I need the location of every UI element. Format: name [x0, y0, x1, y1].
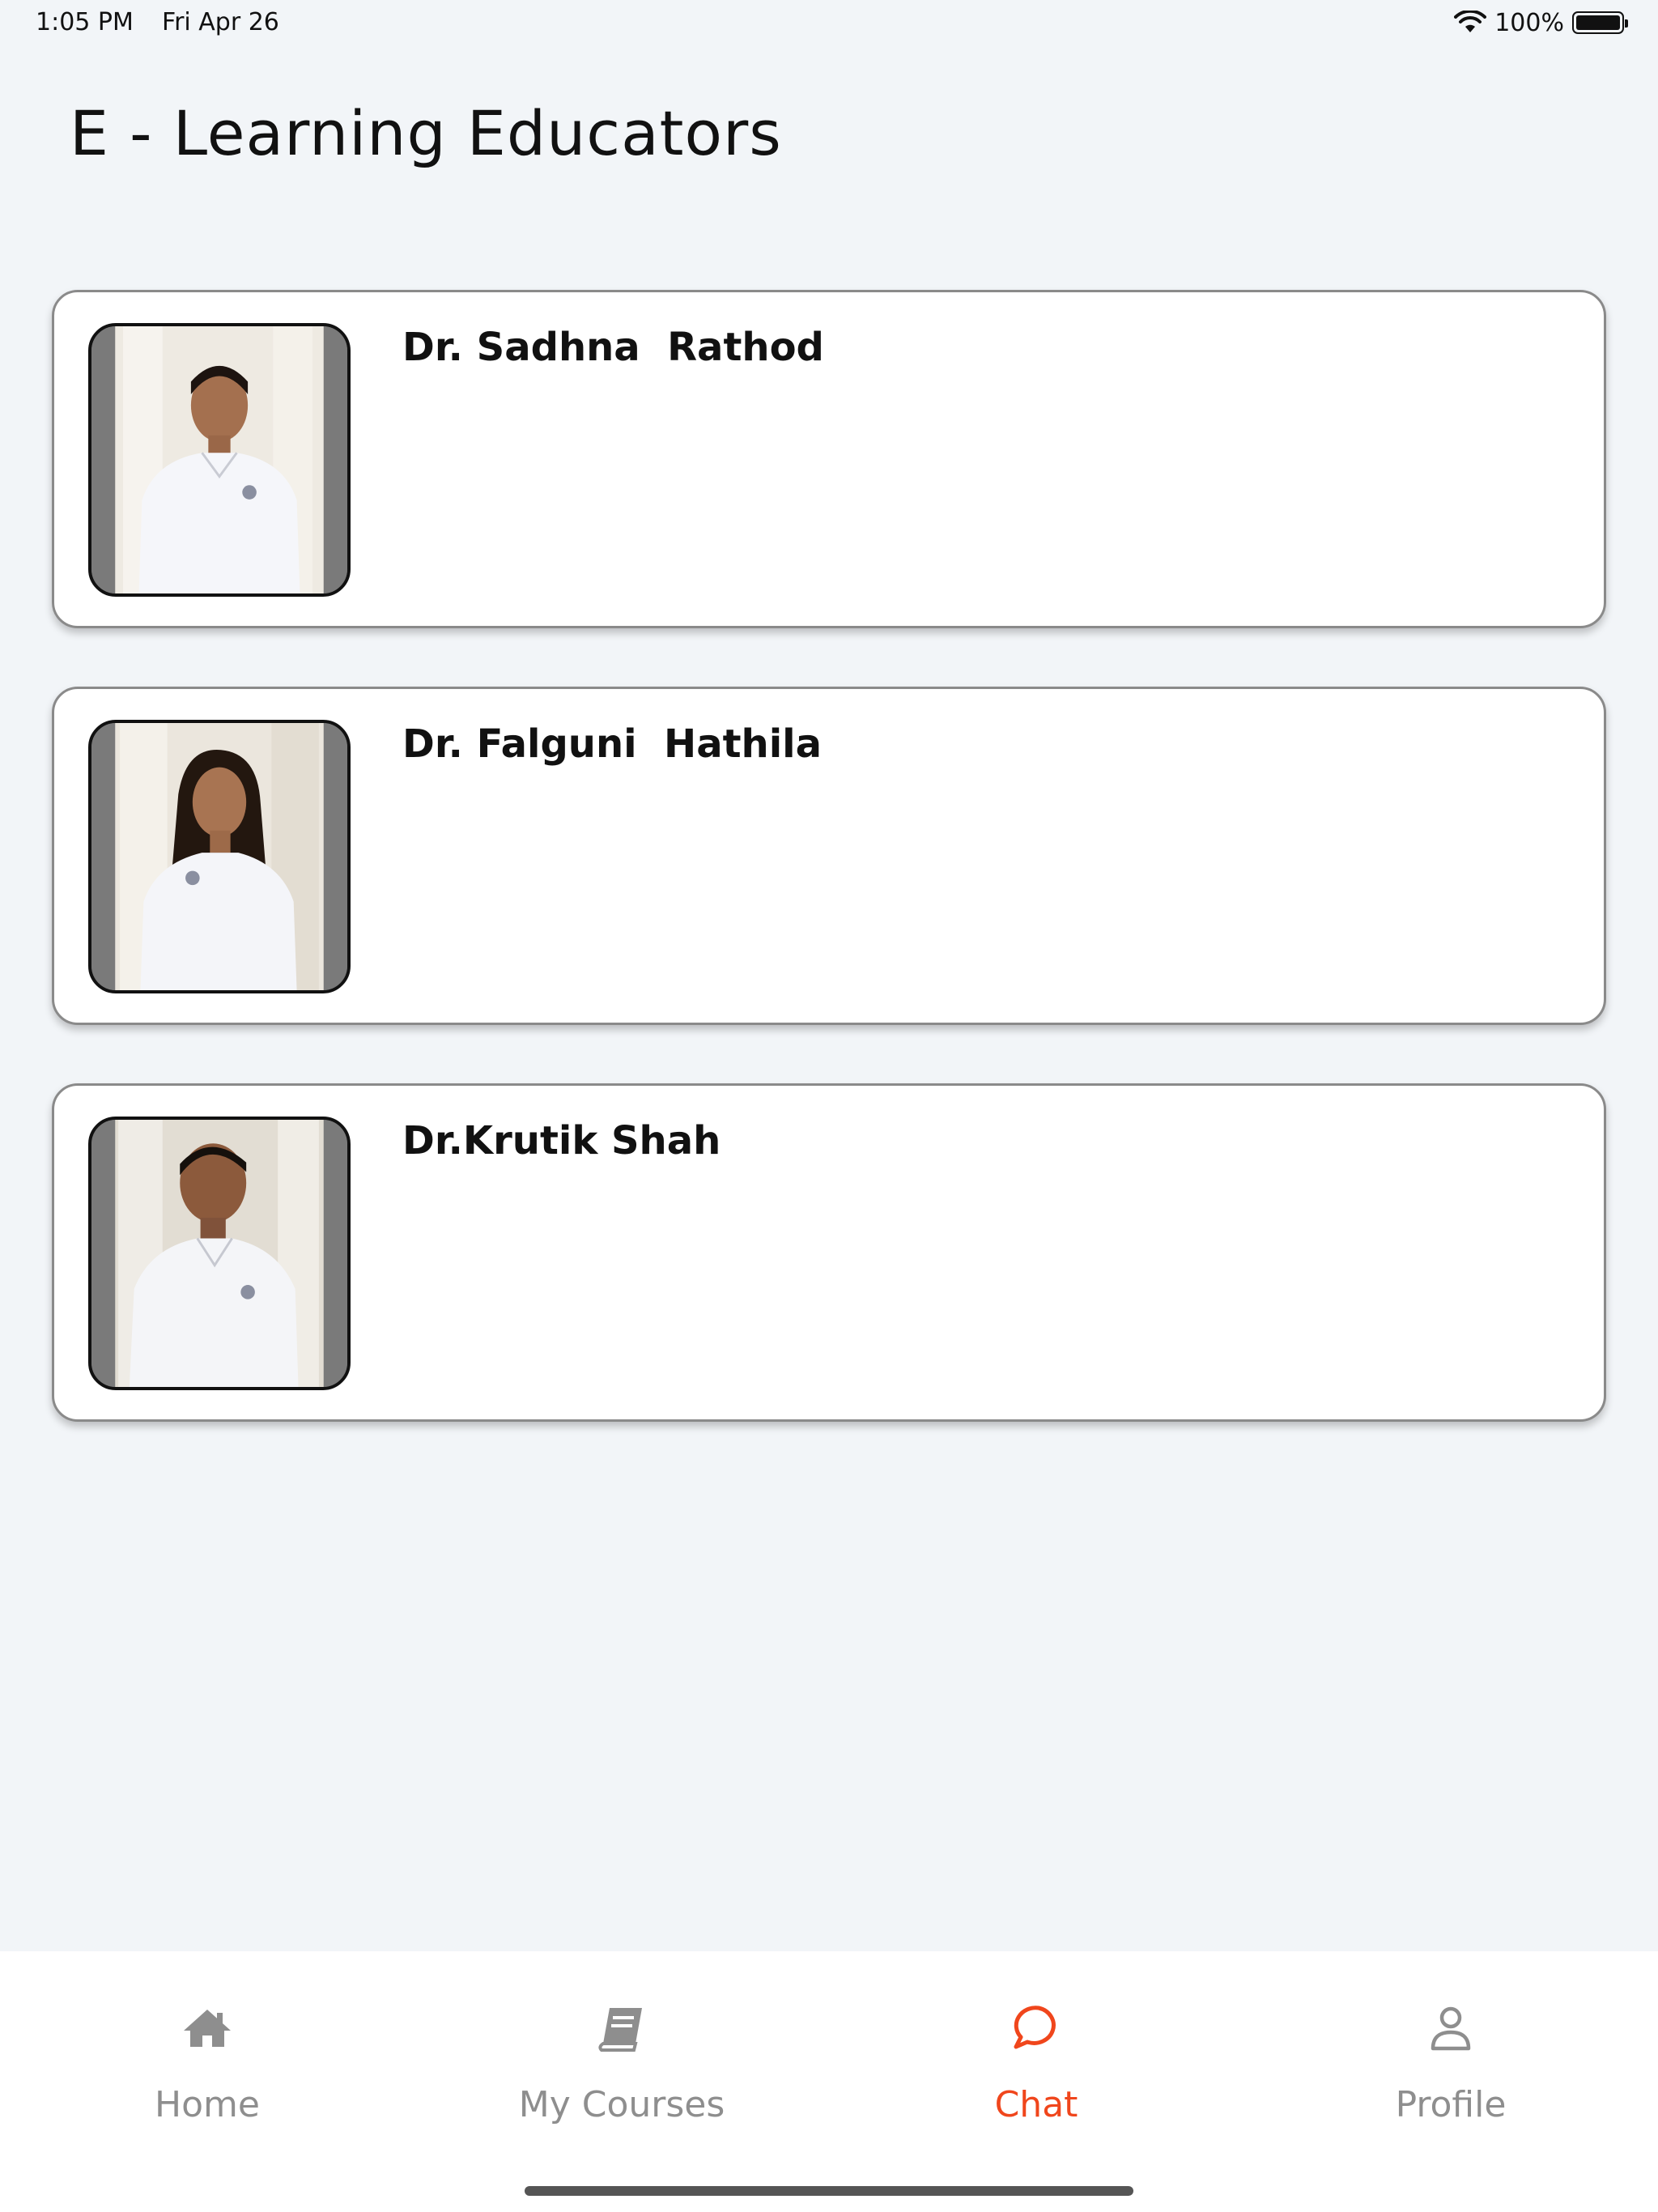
status-bar: 1:05 PM Fri Apr 26 100% — [0, 0, 1658, 49]
educator-name: Dr. Falguni Hathila — [402, 721, 822, 767]
educator-photo — [88, 720, 351, 993]
educator-card[interactable]: Dr.Krutik Shah — [52, 1083, 1606, 1422]
educator-list: Dr. Sadhna Rathod Dr. Falguni Hathila Dr… — [52, 290, 1606, 1480]
tab-home[interactable]: Home — [45, 2000, 369, 2162]
status-indicators: 100% — [1454, 6, 1628, 39]
educator-photo — [88, 1117, 351, 1390]
educator-name: Dr.Krutik Shah — [402, 1118, 721, 1163]
status-date: Fri Apr 26 — [162, 8, 279, 36]
battery-icon — [1572, 11, 1628, 34]
tab-my-courses[interactable]: My Courses — [460, 2000, 784, 2162]
tab-profile[interactable]: Profile — [1289, 2000, 1613, 2162]
tab-label: Profile — [1395, 2084, 1507, 2125]
wifi-icon — [1454, 11, 1487, 32]
tab-label: Home — [155, 2084, 260, 2125]
tab-label: Chat — [994, 2084, 1078, 2125]
book-icon — [598, 2008, 642, 2052]
battery-percentage: 100% — [1494, 8, 1564, 37]
person-icon — [1431, 2006, 1471, 2051]
educator-name: Dr. Sadhna Rathod — [402, 325, 824, 370]
educator-card[interactable]: Dr. Sadhna Rathod — [52, 290, 1606, 628]
tab-label: My Courses — [518, 2084, 725, 2125]
status-time: 1:05 PM — [36, 8, 134, 36]
educator-card[interactable]: Dr. Falguni Hathila — [52, 687, 1606, 1025]
chat-bubble-icon — [1014, 2006, 1056, 2049]
tab-bar: Home My Courses Chat Profile — [0, 1951, 1658, 2212]
educator-photo — [88, 323, 351, 597]
tab-chat[interactable]: Chat — [874, 2000, 1198, 2162]
home-indicator[interactable] — [525, 2186, 1133, 2196]
page-title: E - Learning Educators — [70, 97, 782, 169]
home-icon — [184, 2010, 231, 2047]
